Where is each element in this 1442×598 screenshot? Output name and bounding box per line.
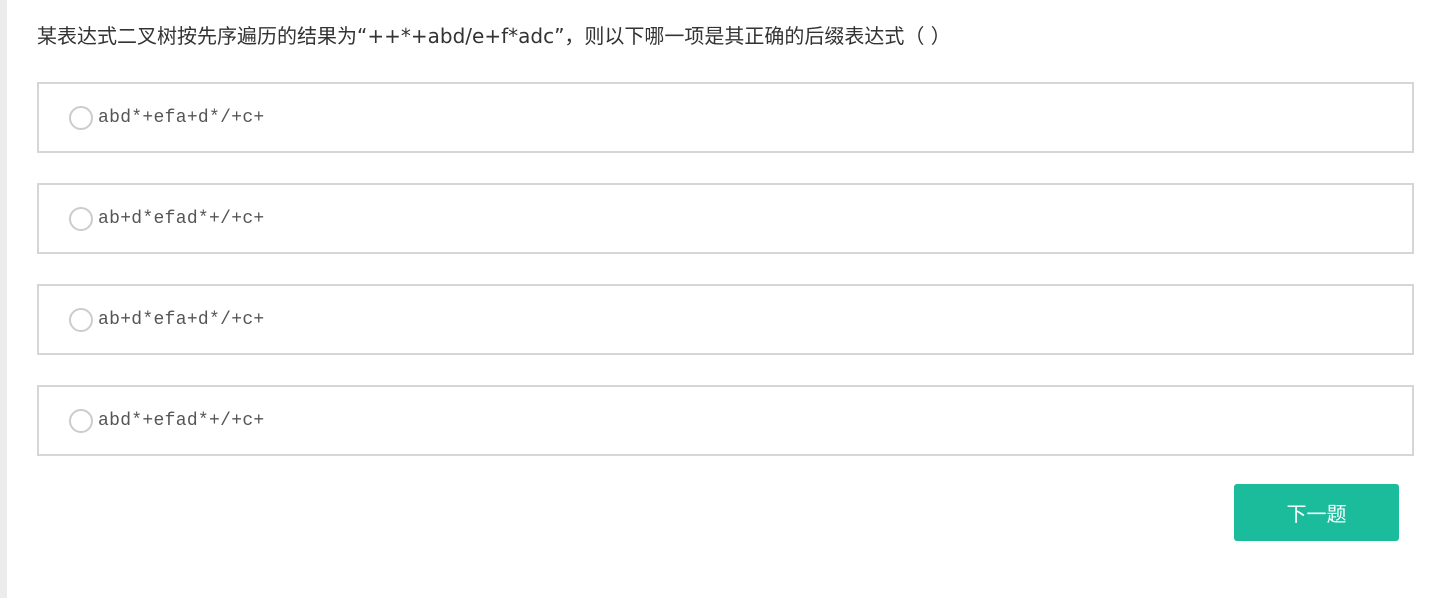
option-label: ab+d*efa+d*/+c+ [98, 309, 265, 330]
option-label: abd*+efa+d*/+c+ [98, 107, 265, 128]
question-text: 某表达式二叉树按先序遍历的结果为“++*+abd/e+f*adc”，则以下哪一项… [37, 24, 951, 48]
option-a[interactable]: abd*+efa+d*/+c+ [37, 82, 1414, 153]
option-c[interactable]: ab+d*efa+d*/+c+ [37, 284, 1414, 355]
option-label: abd*+efad*+/+c+ [98, 410, 265, 431]
option-b[interactable]: ab+d*efad*+/+c+ [37, 183, 1414, 254]
option-d[interactable]: abd*+efad*+/+c+ [37, 385, 1414, 456]
radio-button-icon[interactable] [69, 105, 93, 130]
radio-button-icon[interactable] [69, 307, 93, 332]
options-list: abd*+efa+d*/+c+ ab+d*efad*+/+c+ ab+d*efa… [37, 82, 1414, 486]
radio-button-icon[interactable] [69, 206, 93, 231]
left-edge-strip [0, 0, 7, 598]
option-label: ab+d*efad*+/+c+ [98, 208, 265, 229]
radio-button-icon[interactable] [69, 408, 93, 433]
next-question-button[interactable]: 下一题 [1234, 484, 1399, 541]
